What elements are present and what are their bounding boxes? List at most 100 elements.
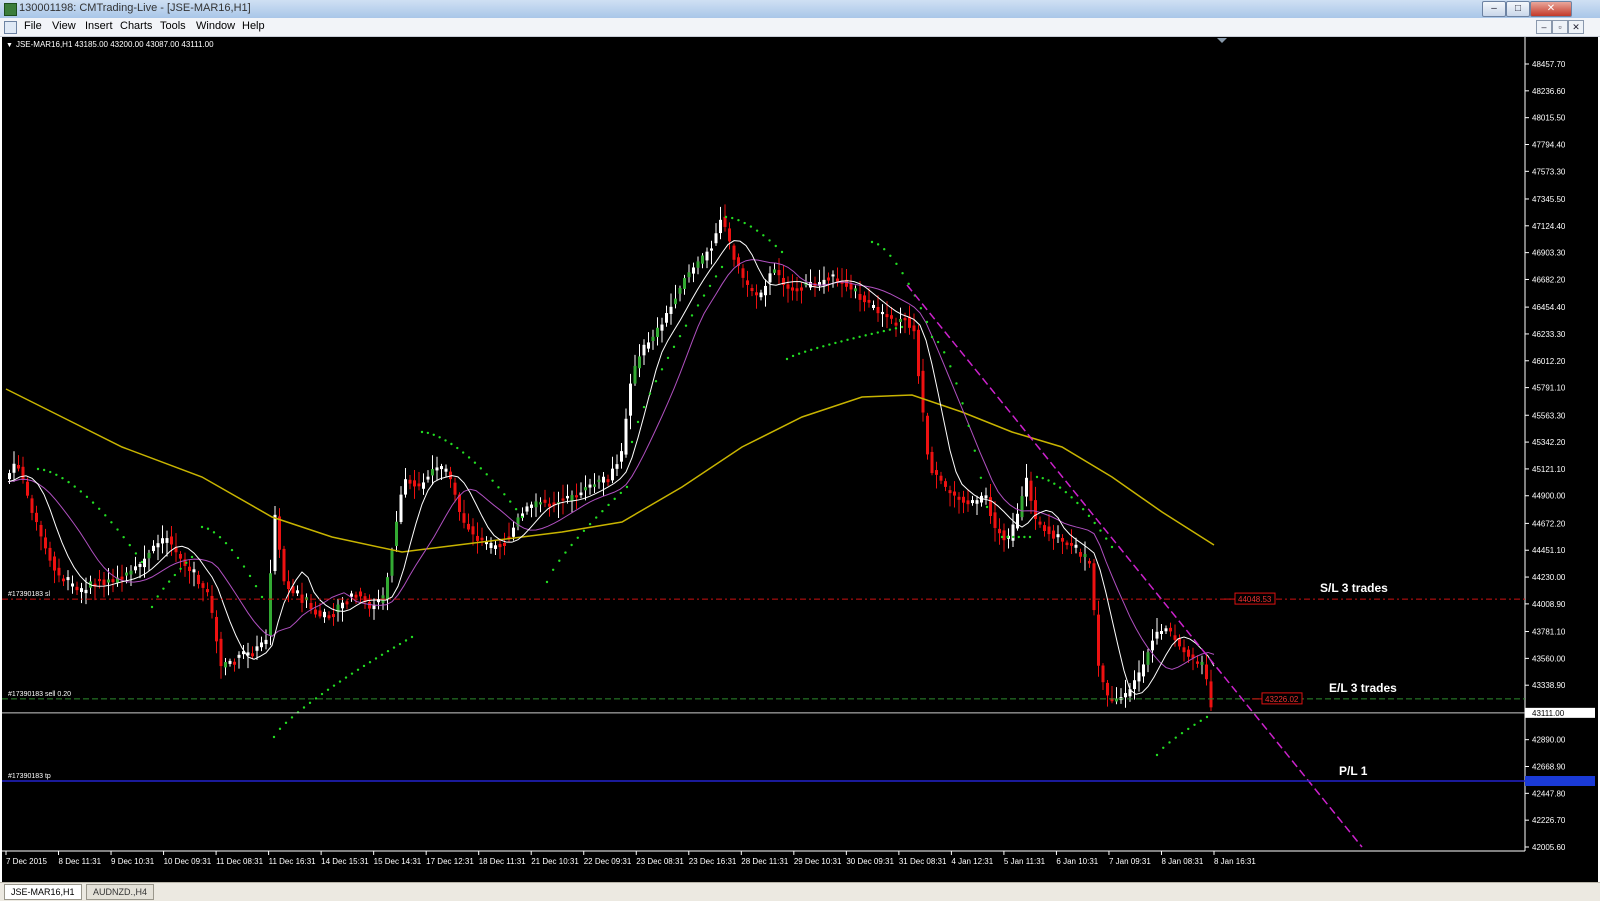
sar-dot — [642, 405, 646, 409]
candle-body — [1137, 672, 1141, 682]
price-tick-label: 46682.20 — [1532, 275, 1566, 284]
price-chart[interactable]: 48457.70 48236.60 48015.50 47794.40 47573.30… — [2, 37, 1598, 882]
candle-body — [1074, 544, 1078, 548]
candle-body — [435, 467, 439, 471]
sar-dot — [636, 420, 640, 424]
sar-dot — [630, 440, 634, 444]
sar-dot — [919, 307, 923, 310]
sar-dot — [1064, 490, 1068, 494]
time-tick-label: 23 Dec 16:31 — [689, 857, 737, 866]
collapse-arrow-icon[interactable]: ▼ — [6, 42, 13, 49]
sar-dot — [362, 664, 366, 668]
candle-body — [683, 278, 686, 289]
candle-body — [476, 535, 479, 541]
minimize-button[interactable]: – — [1482, 1, 1506, 17]
sar-dot — [278, 727, 282, 731]
candle-body — [800, 287, 803, 291]
window-title: 130001198: CMTrading-Live - [JSE-MAR16,H… — [19, 2, 251, 14]
candle-body — [930, 451, 934, 474]
sar-dot — [386, 649, 390, 653]
tab-jse-mar16[interactable]: JSE-MAR16,H1 — [4, 884, 82, 900]
sar-dot — [73, 485, 76, 488]
sar-dot — [961, 402, 964, 405]
candle-body — [1083, 554, 1087, 558]
candle-body — [1079, 552, 1082, 557]
menu-view[interactable]: View — [52, 20, 76, 32]
candle-body — [615, 464, 619, 469]
menu-window[interactable]: Window — [196, 20, 235, 32]
sar-dot — [1081, 507, 1085, 511]
sar-dot — [290, 716, 294, 719]
menu-charts[interactable]: Charts — [120, 20, 152, 32]
candle-body — [53, 556, 56, 571]
candle-body — [215, 616, 218, 642]
time-tick-label: 30 Dec 09:31 — [846, 857, 894, 866]
candle-body — [332, 614, 335, 618]
candle-body — [413, 480, 416, 487]
sar-dot — [91, 501, 95, 504]
sar-dot — [444, 439, 447, 442]
candle-body — [251, 653, 254, 657]
candle-body — [1160, 630, 1163, 634]
candle-body — [44, 537, 47, 549]
candle-body — [534, 501, 538, 508]
chart-window[interactable]: 48457.70 48236.60 48015.50 47794.40 47573.30… — [2, 37, 1598, 882]
sar-dot — [150, 605, 154, 609]
sar-dot — [576, 536, 579, 539]
menu-help[interactable]: Help — [242, 20, 265, 32]
candle-body — [1016, 513, 1019, 529]
tab-audnzd[interactable]: AUDNZD.,H4 — [86, 884, 155, 900]
sar-dot — [985, 505, 989, 509]
candle-body — [543, 499, 547, 503]
candle-body — [777, 270, 781, 276]
mdi-close-button[interactable]: ✕ — [1568, 20, 1584, 34]
candle-body — [224, 662, 227, 668]
sar-dot — [212, 531, 216, 534]
candle-body — [1200, 661, 1204, 665]
candle-body — [417, 483, 421, 487]
candle-body — [836, 278, 839, 282]
sar-dot — [374, 657, 378, 660]
price-tick-label: 42447.80 — [1532, 789, 1566, 798]
sar-dot — [785, 357, 789, 361]
candle-body — [890, 315, 893, 319]
time-tick-label: 14 Dec 15:31 — [321, 857, 369, 866]
maximize-button[interactable]: □ — [1506, 1, 1530, 17]
menu-tools[interactable]: Tools — [160, 20, 186, 32]
candle-body — [827, 277, 830, 281]
menu-insert[interactable]: Insert — [85, 20, 113, 32]
candle-body — [539, 502, 542, 505]
sar-dot — [61, 476, 64, 480]
candle-body — [525, 506, 529, 512]
candle-body — [876, 306, 880, 314]
time-tick-label: 11 Dec 08:31 — [216, 857, 264, 866]
mdi-minimize-button[interactable]: – — [1536, 20, 1552, 34]
sar-dot — [1162, 746, 1165, 750]
time-tick-label: 5 Jan 11:31 — [1004, 857, 1046, 866]
sar-dot — [684, 324, 688, 327]
candle-body — [597, 479, 601, 482]
sar-dot — [973, 449, 976, 452]
sar-dot — [816, 346, 819, 350]
candle-body — [503, 543, 506, 547]
mdi-restore-button[interactable]: ▫ — [1552, 20, 1568, 34]
sar-dot — [1006, 535, 1009, 539]
candle-body — [467, 523, 470, 530]
candle-body — [921, 370, 925, 413]
close-button[interactable]: ✕ — [1530, 1, 1572, 17]
price-tick-label: 46012.20 — [1532, 357, 1566, 366]
sar-dot — [97, 507, 101, 510]
mid-moving-average-line — [7, 259, 1215, 670]
candle-body — [773, 269, 776, 273]
price-tick-label: 46454.40 — [1532, 303, 1566, 312]
sar-dot — [803, 350, 807, 353]
sar-dot — [894, 327, 898, 330]
menu-file[interactable]: File — [24, 20, 42, 32]
sar-dot — [648, 392, 652, 395]
sar-dot — [852, 337, 855, 340]
document-icon[interactable] — [4, 21, 17, 34]
candle-body — [323, 611, 326, 618]
candle-body — [669, 306, 673, 314]
candle-body — [12, 463, 16, 473]
candle-body — [602, 476, 605, 483]
